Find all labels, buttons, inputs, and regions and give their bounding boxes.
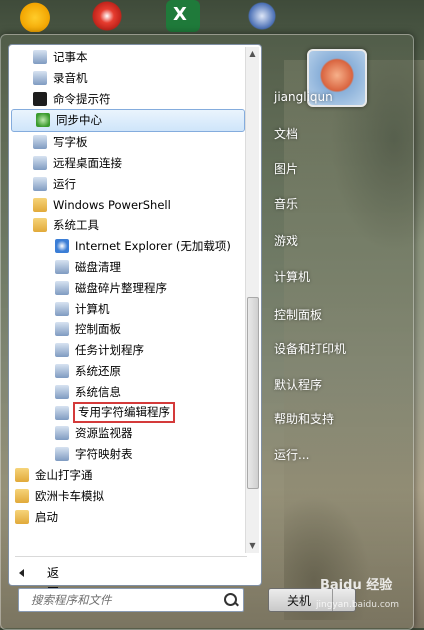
program-item-label: 写字板	[53, 135, 88, 150]
user-name-link[interactable]: jiangliqun	[274, 90, 333, 104]
program-item[interactable]: Internet Explorer (无加载项)	[9, 236, 247, 257]
microphone-icon	[33, 70, 47, 85]
program-item-label: 磁盘清理	[75, 259, 121, 274]
program-item[interactable]: 欧洲卡车模拟	[9, 486, 247, 507]
search-placeholder: 搜索程序和文件	[31, 593, 112, 607]
program-item-label: 专用字符编辑程序	[73, 401, 175, 423]
run-icon	[33, 176, 47, 191]
sync-icon	[36, 113, 50, 128]
sysinfo-icon	[55, 384, 69, 399]
back-arrow-icon	[19, 569, 24, 577]
folder-icon	[15, 509, 29, 524]
program-item-label: 系统还原	[75, 363, 121, 378]
wordpad-icon	[33, 135, 47, 150]
right-menu-item[interactable]: 控制面板	[274, 306, 322, 323]
program-item[interactable]: 记事本	[9, 47, 247, 68]
program-item-label: 记事本	[53, 50, 88, 64]
control-panel-icon	[55, 322, 69, 337]
program-item[interactable]: 磁盘碎片整理程序	[9, 278, 247, 299]
restore-icon	[55, 363, 69, 378]
notepad-icon	[33, 50, 47, 64]
program-item-label: 远程桌面连接	[53, 155, 122, 170]
program-item-label: 系统工具	[53, 218, 99, 233]
right-menu-item[interactable]: 游戏	[274, 232, 298, 249]
ie-icon	[55, 239, 69, 254]
program-item[interactable]: 磁盘清理	[9, 257, 247, 278]
program-item[interactable]: 计算机	[9, 299, 247, 320]
right-menu-item[interactable]: 计算机	[274, 268, 310, 285]
right-menu-item[interactable]: 音乐	[274, 195, 298, 212]
program-item[interactable]: 金山打字通	[9, 465, 247, 486]
program-item[interactable]: 系统还原	[9, 361, 247, 382]
char-editor-icon	[55, 405, 69, 420]
folder-icon	[15, 467, 29, 482]
ie-browser-icon[interactable]	[90, 0, 124, 32]
disk-cleanup-icon	[55, 259, 69, 274]
right-menu-item[interactable]: 运行...	[274, 446, 309, 463]
scroll-thumb[interactable]	[247, 297, 259, 489]
program-item[interactable]: 控制面板	[9, 319, 247, 340]
resource-monitor-icon	[55, 426, 69, 441]
divider	[15, 556, 247, 557]
right-menu-item[interactable]: 文档	[274, 125, 298, 142]
folder-icon	[33, 218, 47, 233]
computer-icon	[55, 301, 69, 316]
program-item-label: 计算机	[75, 301, 110, 316]
program-item[interactable]: 任务计划程序	[9, 340, 247, 361]
program-item-label: Internet Explorer (无加载项)	[75, 239, 231, 254]
folder-icon	[15, 488, 29, 503]
basketball-app-icon[interactable]	[245, 0, 279, 32]
folder-icon	[33, 197, 47, 212]
program-item[interactable]: 资源监视器	[9, 423, 247, 444]
charmap-icon	[55, 447, 69, 462]
program-item-label: 运行	[53, 176, 76, 191]
right-menu-item[interactable]: 默认程序	[274, 376, 322, 393]
remote-desktop-icon	[33, 155, 47, 170]
program-item-label: 同步中心	[56, 113, 102, 128]
duck-app-icon[interactable]	[18, 0, 52, 32]
program-item[interactable]: 写字板	[9, 132, 247, 153]
program-item[interactable]: 系统工具	[9, 215, 247, 236]
watermark-url: jingyan.baidu.com	[316, 600, 400, 610]
program-item-label: 控制面板	[75, 322, 121, 337]
program-item[interactable]: 专用字符编辑程序	[9, 401, 247, 424]
scroll-down-icon[interactable]: ▼	[246, 539, 259, 553]
search-icon[interactable]	[224, 593, 237, 606]
program-item[interactable]: 运行	[9, 174, 247, 195]
scroll-up-icon[interactable]: ▲	[246, 47, 259, 61]
program-item[interactable]: 系统信息	[9, 382, 247, 403]
excel-icon[interactable]	[166, 0, 200, 32]
program-item-label: 资源监视器	[75, 426, 133, 441]
right-menu-item[interactable]: 设备和打印机	[274, 340, 346, 357]
program-item[interactable]: 同步中心	[11, 109, 245, 133]
clock-icon	[55, 343, 69, 358]
right-menu-item[interactable]: 图片	[274, 160, 298, 177]
watermark-logo: Baidu 经验	[320, 578, 393, 593]
program-item-label: 启动	[35, 509, 58, 524]
programs-panel: 记事本录音机命令提示符同步中心写字板远程桌面连接 运行 Windows PowerS…	[8, 44, 262, 600]
program-item[interactable]: Windows PowerShell	[9, 195, 247, 216]
program-item-label: 磁盘碎片整理程序	[75, 280, 167, 295]
cmd-icon	[33, 91, 47, 106]
program-item[interactable]: 录音机	[9, 68, 247, 89]
program-item-label: 金山打字通	[35, 467, 93, 482]
program-item-label: 录音机	[53, 70, 88, 85]
right-menu-item[interactable]: 帮助和支持	[274, 410, 334, 427]
program-item-label: 任务计划程序	[75, 343, 144, 358]
program-list: 记事本录音机命令提示符同步中心写字板远程桌面连接 运行 Windows PowerS…	[9, 47, 247, 527]
program-item-label: 命令提示符	[53, 91, 111, 106]
program-item-label: 字符映射表	[75, 447, 133, 462]
search-input[interactable]: 搜索程序和文件	[18, 588, 244, 612]
defrag-icon	[55, 280, 69, 295]
shutdown-label: 关机	[287, 594, 312, 608]
program-item[interactable]: 启动	[9, 507, 247, 528]
program-item-label: Windows PowerShell	[53, 197, 171, 212]
program-item[interactable]: 命令提示符	[9, 89, 247, 110]
program-item-label: 系统信息	[75, 384, 121, 399]
program-item-label: 欧洲卡车模拟	[35, 488, 104, 503]
program-item[interactable]: 远程桌面连接	[9, 153, 247, 174]
program-item[interactable]: 字符映射表	[9, 444, 247, 465]
program-list-scrollbar[interactable]: ▲ ▼	[245, 47, 259, 553]
